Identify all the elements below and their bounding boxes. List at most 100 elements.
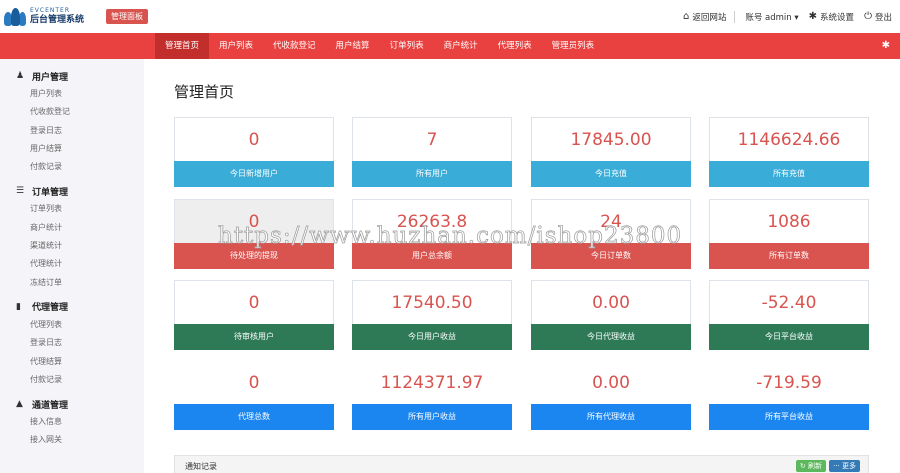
stat-value: 1146624.66 <box>737 130 841 150</box>
sidebar: ♟ 用户管理 用户列表 代收款登记 登录日志 用户结算 付款记录 ☰ 订单管理 … <box>0 59 144 473</box>
stat-value: 17540.50 <box>391 293 473 313</box>
sidebar-item-merchant-stats[interactable]: 商户统计 <box>0 219 144 237</box>
nav-order-list[interactable]: 订单列表 <box>380 33 434 59</box>
sidebar-group-channels: ▲ 通道管理 接入信息 接入网关 <box>0 395 144 450</box>
sidebar-header-orders[interactable]: ☰ 订单管理 <box>0 182 144 200</box>
sidebar-group-agents: ▮ 代理管理 代理列表 登录日志 代理结算 付款记录 <box>0 298 144 389</box>
stat-card[interactable]: 17845.00 今日充值 <box>531 117 691 187</box>
stat-label: 今日平台收益 <box>709 324 869 350</box>
sidebar-header-label: 通道管理 <box>32 400 69 411</box>
nav-agent-list[interactable]: 代理列表 <box>488 33 542 59</box>
nav-user-settlement[interactable]: 用户结算 <box>326 33 380 59</box>
stat-label: 待审核用户 <box>174 324 334 350</box>
main-content: 管理首页 0 今日新增用户 7 所有用户 17845.00 今日充值 11466… <box>144 59 900 473</box>
sidebar-item-collection-register[interactable]: 代收款登记 <box>0 103 144 121</box>
notice-panel: 通知记录 ↻ 刷新 ··· 更多 <box>174 455 869 473</box>
sidebar-header-channels[interactable]: ▲ 通道管理 <box>0 395 144 413</box>
sidebar-header-users[interactable]: ♟ 用户管理 <box>0 67 144 85</box>
refresh-button[interactable]: ↻ 刷新 <box>795 460 826 472</box>
stat-label: 代理总数 <box>174 404 334 430</box>
sidebar-item-login-log[interactable]: 登录日志 <box>0 122 144 140</box>
sidebar-header-agents[interactable]: ▮ 代理管理 <box>0 298 144 316</box>
account-dropdown[interactable]: 账号 admin ▾ <box>745 11 798 23</box>
more-button[interactable]: ··· 更多 <box>829 460 860 472</box>
stat-value: 0 <box>248 373 260 393</box>
stat-card[interactable]: 1086 所有订单数 <box>709 199 869 269</box>
nav-collection-register[interactable]: 代收款登记 <box>263 33 326 59</box>
stat-card[interactable]: 0 今日新增用户 <box>174 117 334 187</box>
nav-dashboard[interactable]: 管理首页 <box>155 33 210 59</box>
nav-merchant-stats[interactable]: 商户统计 <box>434 33 488 59</box>
sidebar-item-channel-stats[interactable]: 渠道统计 <box>0 237 144 255</box>
stat-card[interactable]: 26263.8 用户总余额 <box>352 199 512 269</box>
gear-icon[interactable]: ✱ <box>882 40 890 51</box>
stat-card[interactable]: 1124371.97 所有用户收益 <box>352 360 512 430</box>
stat-card[interactable]: 0 待处理的提现 <box>174 199 334 269</box>
sidebar-header-label: 订单管理 <box>32 187 69 198</box>
stat-label: 今日用户收益 <box>352 324 512 350</box>
logo[interactable]: EVCENTER 后台管理系统 <box>4 6 84 28</box>
gear-icon: ✱ <box>808 11 818 22</box>
stat-card[interactable]: 17540.50 今日用户收益 <box>352 280 512 350</box>
sidebar-group-orders: ☰ 订单管理 订单列表 商户统计 渠道统计 代理统计 冻结订单 <box>0 182 144 291</box>
header-divider <box>734 10 736 23</box>
stat-value: 0 <box>248 293 260 313</box>
stat-value: -719.59 <box>756 373 822 393</box>
system-settings-link[interactable]: ✱ 系统设置 <box>809 11 854 23</box>
sidebar-item-agent-login-log[interactable]: 登录日志 <box>0 334 144 352</box>
stat-card[interactable]: -52.40 今日平台收益 <box>709 280 869 350</box>
admin-panel-badge: 管理面板 <box>106 9 149 24</box>
stat-card[interactable]: 24 今日订单数 <box>531 199 691 269</box>
stat-value: 26263.8 <box>396 212 468 232</box>
sidebar-item-access-info[interactable]: 接入信息 <box>0 413 144 431</box>
stat-label: 所有订单数 <box>709 243 869 269</box>
sidebar-header-label: 用户管理 <box>32 72 69 83</box>
sidebar-item-user-list[interactable]: 用户列表 <box>0 85 144 103</box>
sidebar-group-users: ♟ 用户管理 用户列表 代收款登记 登录日志 用户结算 付款记录 <box>0 67 144 176</box>
logout-label: 登出 <box>874 12 892 23</box>
stat-label: 待处理的提现 <box>174 243 334 269</box>
stat-value: 0 <box>248 130 260 150</box>
stat-label: 所有用户 <box>352 161 512 187</box>
sidebar-item-payment-records[interactable]: 付款记录 <box>0 158 144 176</box>
home-icon: ⌂ <box>682 11 690 22</box>
stat-label: 所有充值 <box>709 161 869 187</box>
top-header: EVCENTER 后台管理系统 管理面板 ⌂ 返回网站 账号 admin ▾ ✱… <box>0 0 900 33</box>
nav-admin-list[interactable]: 管理员列表 <box>542 33 605 59</box>
nav-user-list[interactable]: 用户列表 <box>209 33 263 59</box>
stat-label: 所有平台收益 <box>709 404 869 430</box>
list-icon: ☰ <box>16 186 25 197</box>
stat-label: 今日充值 <box>531 161 691 187</box>
stat-card[interactable]: 0 待审核用户 <box>174 280 334 350</box>
sidebar-item-user-settlement[interactable]: 用户结算 <box>0 140 144 158</box>
back-to-site-link[interactable]: ⌂ 返回网站 <box>683 11 726 23</box>
sidebar-item-agent-list[interactable]: 代理列表 <box>0 316 144 334</box>
logout-link[interactable]: ⏻ 登出 <box>864 11 892 23</box>
sidebar-item-access-gateway[interactable]: 接入网关 <box>0 431 144 449</box>
people-logo-icon <box>4 6 26 28</box>
stat-card[interactable]: -719.59 所有平台收益 <box>709 360 869 430</box>
stat-label: 所有用户收益 <box>352 404 512 430</box>
stat-value: 0 <box>248 212 260 232</box>
file-icon: ▮ <box>16 301 21 312</box>
stat-card[interactable]: 7 所有用户 <box>352 117 512 187</box>
page-title: 管理首页 <box>174 83 235 101</box>
system-settings-label: 系统设置 <box>820 12 855 23</box>
stat-value: 1086 <box>767 212 811 232</box>
stat-card[interactable]: 1146624.66 所有充值 <box>709 117 869 187</box>
stat-card[interactable]: 0.00 今日代理收益 <box>531 280 691 350</box>
back-to-site-label: 返回网站 <box>692 12 727 23</box>
stat-card[interactable]: 0 代理总数 <box>174 360 334 430</box>
logo-subtitle: EVCENTER <box>30 7 70 14</box>
sidebar-item-agent-settlement[interactable]: 代理结算 <box>0 353 144 371</box>
sidebar-item-agent-payment-records[interactable]: 付款记录 <box>0 371 144 389</box>
sidebar-item-order-list[interactable]: 订单列表 <box>0 200 144 218</box>
stat-label: 今日新增用户 <box>174 161 334 187</box>
notice-title: 通知记录 <box>185 462 217 471</box>
stat-value: 7 <box>426 130 438 150</box>
sidebar-item-frozen-orders[interactable]: 冻结订单 <box>0 274 144 292</box>
sidebar-item-agent-stats[interactable]: 代理统计 <box>0 255 144 273</box>
stat-label: 用户总余额 <box>352 243 512 269</box>
stat-value: -52.40 <box>761 293 817 313</box>
stat-card[interactable]: 0.00 所有代理收益 <box>531 360 691 430</box>
